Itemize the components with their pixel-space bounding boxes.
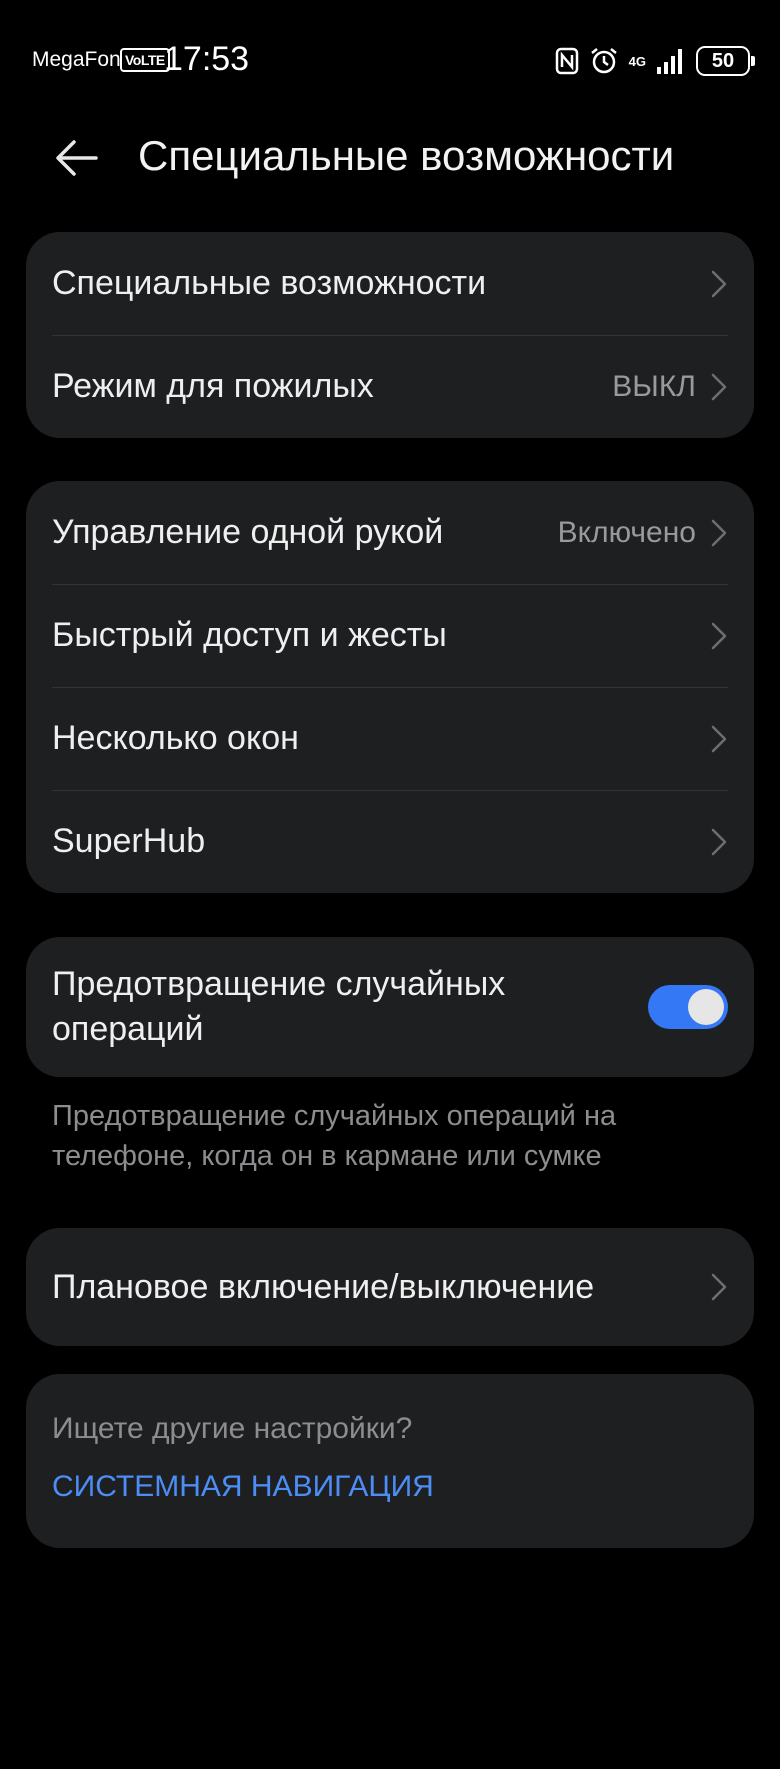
accidental-description: Предотвращение случайных операций на тел… <box>52 1100 617 1172</box>
chevron-right-icon <box>711 725 727 752</box>
row-label: SuperHub <box>52 822 206 860</box>
row-label: Специальные возможности <box>52 264 487 302</box>
row-superhub[interactable]: SuperHub <box>26 790 754 893</box>
chevron-right-icon <box>711 1273 727 1301</box>
row-label: Быстрый доступ и жесты <box>52 616 447 654</box>
chevron-right-icon <box>711 270 727 297</box>
back-button[interactable] <box>50 130 106 186</box>
row-multi-window[interactable]: Несколько окон <box>26 687 754 790</box>
page-title: Специальные возможности <box>138 132 675 179</box>
chevron-right-icon <box>711 519 727 546</box>
arrow-left-icon <box>56 140 98 176</box>
row-accessibility[interactable]: Специальные возможности <box>26 232 754 335</box>
status-clock: 17:53 <box>164 40 250 78</box>
system-icons: 4G 50 <box>555 44 755 78</box>
settings-group-accessibility: Специальные возможности Режим для пожилы… <box>26 232 754 438</box>
nfc-icon <box>555 46 579 76</box>
accidental-prevention-toggle[interactable] <box>648 985 728 1029</box>
chevron-right-icon <box>711 828 727 855</box>
settings-group-accidental: Предотвращение случайных операций <box>26 937 754 1077</box>
row-accidental-prevention: Предотвращение случайных операций <box>26 937 754 1077</box>
battery-level: 50 <box>711 49 735 72</box>
row-value: ВЫКЛ <box>612 369 696 403</box>
other-settings-question: Ищете другие настройки? <box>52 1412 413 1445</box>
other-settings-card: Ищете другие настройки? СИСТЕМНАЯ НАВИГА… <box>26 1374 754 1548</box>
row-label: Несколько окон <box>52 719 299 757</box>
row-label: Плановое включение/выключение <box>52 1267 595 1306</box>
row-elderly-mode[interactable]: Режим для пожилых ВЫКЛ <box>26 335 754 438</box>
row-shortcuts-gestures[interactable]: Быстрый доступ и жесты <box>26 584 754 687</box>
settings-group-schedule: Плановое включение/выключение <box>26 1228 754 1346</box>
row-one-hand-mode[interactable]: Управление одной рукой Включено <box>26 481 754 584</box>
battery-icon: 50 <box>696 46 755 76</box>
network-type: 4G <box>628 53 646 69</box>
system-navigation-link[interactable]: СИСТЕМНАЯ НАВИГАЦИЯ <box>52 1470 434 1504</box>
settings-group-controls: Управление одной рукой Включено Быстрый … <box>26 481 754 893</box>
chevron-right-icon <box>711 373 727 400</box>
page-header: Специальные возможности <box>0 110 780 210</box>
status-bar: MegaFon VoLTE 17:53 4G 50 <box>0 0 780 120</box>
alarm-icon <box>589 46 619 76</box>
row-scheduled-power[interactable]: Плановое включение/выключение <box>26 1228 754 1346</box>
row-value: Включено <box>557 515 696 549</box>
volte-badge: VoLTE <box>120 48 170 72</box>
signal-icon <box>656 47 686 75</box>
toggle-knob <box>688 989 724 1025</box>
row-label: Управление одной рукой <box>52 513 444 551</box>
row-label: Режим для пожилых <box>52 367 374 405</box>
carrier-name: MegaFon <box>32 48 121 71</box>
row-label: Предотвращение случайных операций <box>52 965 506 1048</box>
chevron-right-icon <box>711 622 727 649</box>
